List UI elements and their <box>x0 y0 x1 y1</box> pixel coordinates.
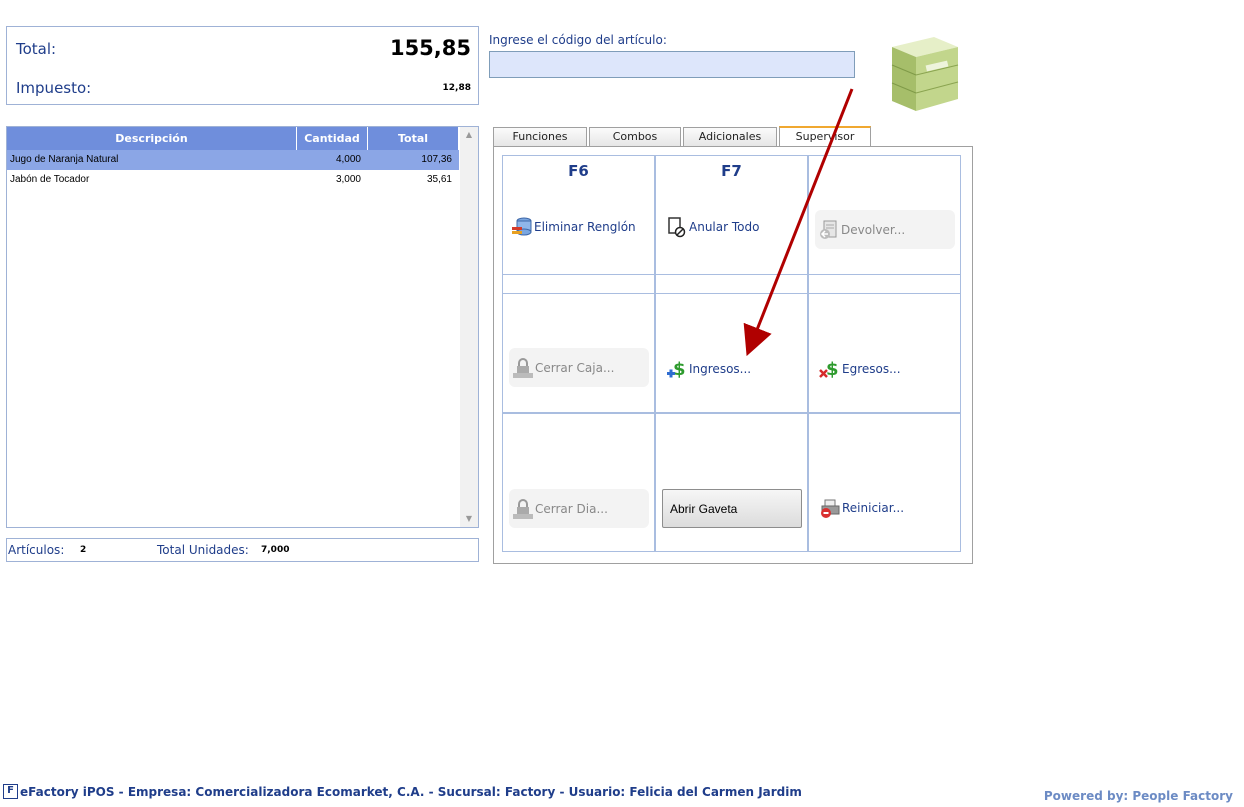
anular-todo-label: Anular Todo <box>689 220 760 234</box>
lock-day-icon <box>512 498 534 520</box>
document-cancel-icon <box>666 216 688 238</box>
units-value: 7,000 <box>261 545 290 555</box>
scroll-up-icon[interactable]: ▲ <box>460 127 478 143</box>
tab-funciones[interactable]: Funciones <box>493 127 587 146</box>
counts-bar: Artículos: 2 Total Unidades: 7,000 <box>6 538 479 562</box>
status-text: eFactory iPOS - Empresa: Comercializador… <box>20 784 802 799</box>
reiniciar-label: Reiniciar... <box>842 501 905 515</box>
egresos-button[interactable]: $ Egresos... <box>819 358 901 380</box>
article-code-input[interactable] <box>489 51 855 78</box>
units-label: Total Unidades: <box>157 543 249 557</box>
cerrar-caja-button[interactable]: Cerrar Caja... <box>509 348 649 387</box>
articles-label: Artículos: <box>8 543 65 557</box>
row-total: 107,36 <box>421 154 452 165</box>
printer-reset-icon <box>819 497 841 519</box>
cell-egresos: $ Egresos... <box>808 274 961 413</box>
efactory-logo-icon: F <box>3 784 18 799</box>
f7-key-label: F7 <box>721 162 742 180</box>
eliminar-renglon-button[interactable]: Eliminar Renglón <box>511 216 636 238</box>
tab-combos[interactable]: Combos <box>589 127 681 146</box>
cell-abrir-gaveta: Abrir Gaveta <box>655 413 808 552</box>
grid-scrollbar[interactable]: ▲ ▼ <box>460 127 478 527</box>
abrir-gaveta-button[interactable]: Abrir Gaveta <box>662 489 802 528</box>
function-panel: F6 Eliminar Renglón F7 Anular Todo Devol… <box>493 146 973 564</box>
table-row[interactable]: Jugo de Naranja Natural 4,000 107,36 <box>7 150 459 170</box>
code-label: Ingrese el código del artículo: <box>489 33 667 47</box>
row-description: Jugo de Naranja Natural <box>10 154 119 165</box>
total-value: 155,85 <box>389 36 471 60</box>
cell-cerrar-dia: Cerrar Dia... <box>502 413 655 552</box>
row-total: 35,61 <box>426 174 452 185</box>
column-header-total[interactable]: Total <box>368 127 459 150</box>
powered-by: Powered by: People Factory <box>1043 789 1233 803</box>
devolver-label: Devolver... <box>841 222 906 237</box>
tab-adicionales[interactable]: Adicionales <box>683 127 777 146</box>
database-delete-icon <box>511 216 533 238</box>
scroll-down-icon[interactable]: ▼ <box>460 511 478 527</box>
cash-register-lock-icon <box>512 357 534 379</box>
totals-panel: Total: 155,85 Impuesto: 12,88 <box>6 26 479 105</box>
table-row[interactable]: Jabón de Tocador 3,000 35,61 <box>7 170 459 190</box>
anular-todo-button[interactable]: Anular Todo <box>666 216 759 238</box>
tax-label: Impuesto: <box>16 79 92 97</box>
row-quantity: 3,000 <box>335 174 361 185</box>
cerrar-dia-label: Cerrar Dia... <box>535 501 608 516</box>
f6-key-label: F6 <box>568 162 589 180</box>
product-image <box>886 33 962 113</box>
svg-text:$: $ <box>673 359 686 380</box>
column-header-descripcion[interactable]: Descripción <box>7 127 297 150</box>
reiniciar-button[interactable]: Reiniciar... <box>819 497 904 519</box>
tax-value: 12,88 <box>442 83 471 93</box>
row-quantity: 4,000 <box>335 154 361 165</box>
column-header-cantidad[interactable]: Cantidad <box>297 127 368 150</box>
cell-ingresos: $ Ingresos... <box>655 274 808 413</box>
status-bar: F eFactory iPOS - Empresa: Comercializad… <box>3 784 802 799</box>
dollar-remove-icon: $ <box>819 358 841 380</box>
dollar-add-icon: $ <box>666 358 688 380</box>
cell-reiniciar: Reiniciar... <box>808 413 961 552</box>
cerrar-caja-label: Cerrar Caja... <box>535 360 615 375</box>
svg-text:$: $ <box>826 359 839 380</box>
cerrar-dia-button[interactable]: Cerrar Dia... <box>509 489 649 528</box>
items-grid: Descripción Cantidad Total Jugo de Naran… <box>6 126 479 528</box>
return-document-icon <box>818 219 840 241</box>
egresos-label: Egresos... <box>842 362 901 376</box>
tab-supervisor[interactable]: Supervisor <box>779 126 871 147</box>
articles-value: 2 <box>80 545 87 555</box>
cell-cerrar-caja: Cerrar Caja... <box>502 274 655 413</box>
devolver-button[interactable]: Devolver... <box>815 210 955 249</box>
total-label: Total: <box>16 40 57 58</box>
row-description: Jabón de Tocador <box>10 174 90 185</box>
ingresos-button[interactable]: $ Ingresos... <box>666 358 751 380</box>
eliminar-renglon-label: Eliminar Renglón <box>534 220 636 234</box>
ingresos-label: Ingresos... <box>689 362 752 376</box>
